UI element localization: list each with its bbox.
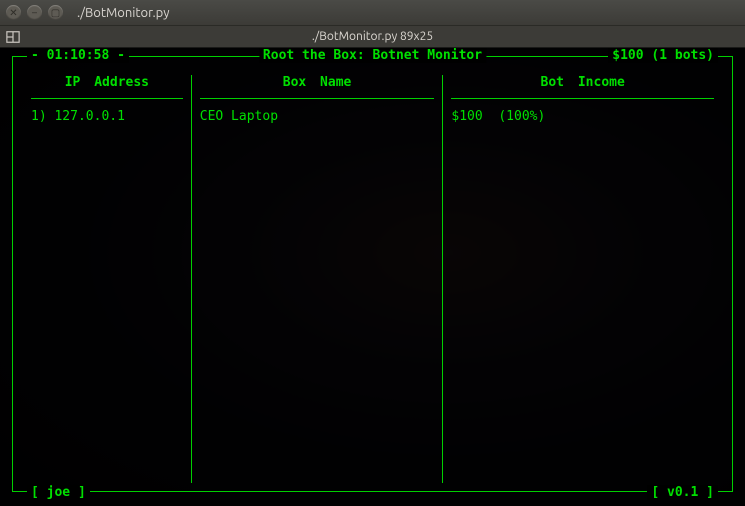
app-title: Root the Box: Botnet Monitor (259, 48, 486, 63)
clock-label: - 01:10:58 - (27, 48, 129, 63)
footer-row: [ joe ] [ v0.1 ] (13, 485, 732, 500)
column-ip: IP Address 1) 127.0.0.1 (23, 75, 191, 483)
column-income: Bot Income $100 (100%) (442, 75, 722, 483)
minimize-icon[interactable]: – (27, 5, 42, 20)
table-row: CEO Laptop (200, 109, 435, 124)
app-frame: - 01:10:58 - Root the Box: Botnet Monito… (12, 56, 733, 492)
user-label: [ joe ] (27, 485, 90, 500)
terminal-tabbar: ./BotMonitor.py 89x25 (0, 26, 745, 48)
close-icon[interactable]: ✕ (6, 5, 21, 20)
column-header-income: Bot Income (451, 75, 714, 99)
maximize-icon[interactable]: ▢ (48, 5, 63, 20)
column-header-ip: IP Address (31, 75, 183, 99)
column-box: Box Name CEO Laptop (191, 75, 443, 483)
version-label: [ v0.1 ] (647, 485, 718, 500)
column-header-box: Box Name (200, 75, 435, 99)
window-titlebar: ✕ – ▢ ./BotMonitor.py (0, 0, 745, 26)
terminal-viewport[interactable]: - 01:10:58 - Root the Box: Botnet Monito… (0, 48, 745, 506)
terminal-size-label: ./BotMonitor.py 89x25 (26, 30, 745, 43)
table-row: $100 (100%) (451, 109, 714, 124)
table-row: 1) 127.0.0.1 (31, 109, 183, 124)
header-row: - 01:10:58 - Root the Box: Botnet Monito… (13, 48, 732, 63)
table: IP Address 1) 127.0.0.1 Box Name CEO Lap… (13, 57, 732, 491)
summary-label: $100 (1 bots) (608, 48, 718, 63)
split-panes-icon[interactable] (0, 26, 26, 48)
window-title: ./BotMonitor.py (77, 6, 170, 20)
